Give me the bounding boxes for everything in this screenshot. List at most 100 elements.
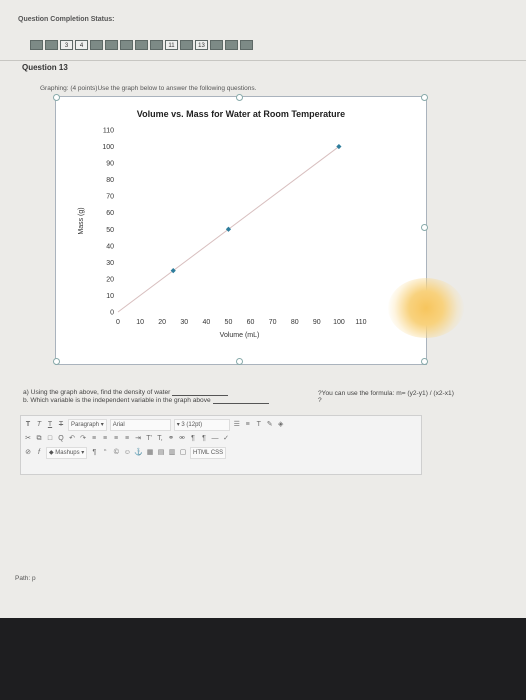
question-status-box[interactable] <box>210 40 223 50</box>
y-axis-label: Mass (g) <box>78 207 85 234</box>
y-tick-label: 80 <box>106 177 114 184</box>
question-status-box[interactable]: 3 <box>60 40 73 50</box>
resize-handle[interactable] <box>236 94 243 101</box>
light-glare <box>388 278 464 338</box>
x-tick-label: 20 <box>158 319 166 326</box>
bullet-list-icon[interactable]: ☰ <box>233 420 241 430</box>
clear-format-icon[interactable]: ◈ <box>277 420 285 430</box>
copy-icon[interactable]: ⧉ <box>35 434 43 444</box>
graph-image[interactable]: Volume vs. Mass for Water at Room Temper… <box>55 96 427 365</box>
font-family-select[interactable]: Arial <box>109 419 171 431</box>
question-status-box[interactable] <box>135 40 148 50</box>
underline-icon[interactable]: T <box>46 420 54 430</box>
question-status-box[interactable]: 11 <box>165 40 178 50</box>
question-status-box[interactable]: 4 <box>75 40 88 50</box>
question-status-box[interactable] <box>45 40 58 50</box>
mashups-select[interactable]: ◆ Mashups ▾ <box>46 447 88 459</box>
align-center-icon[interactable]: ≡ <box>101 434 109 444</box>
quote-icon[interactable]: “ <box>101 448 109 458</box>
x-tick-label: 0 <box>116 319 120 326</box>
y-tick-label: 90 <box>106 161 114 168</box>
copyright-icon[interactable]: © <box>112 448 120 458</box>
font-size-select[interactable]: ▾ 3 (12pt) <box>173 419 230 431</box>
y-tick-label: 30 <box>106 260 114 267</box>
paste-icon[interactable]: □ <box>46 434 54 444</box>
ltr-icon[interactable]: ¶ <box>189 434 197 444</box>
numbered-list-icon[interactable]: ≡ <box>244 420 252 430</box>
x-tick-label: 60 <box>247 319 255 326</box>
format-select[interactable]: Paragraph ▾ <box>68 419 107 431</box>
resize-handle[interactable] <box>421 224 428 231</box>
question-navigation: 3 4 11 13 <box>30 40 253 50</box>
x-tick-label: 50 <box>225 319 233 326</box>
question-status-box[interactable]: 13 <box>195 40 208 50</box>
question-instruction: Graphing: (4 points)Use the graph below … <box>40 85 257 92</box>
text-color-icon[interactable]: T <box>255 420 263 430</box>
x-tick-label: 40 <box>202 319 210 326</box>
rich-text-editor[interactable]: T T T T Paragraph ▾ Arial ▾ 3 (12pt) ☰ ≡… <box>20 415 422 475</box>
y-tick-label: 0 <box>110 310 114 317</box>
superscript-icon[interactable]: T' <box>145 434 153 444</box>
italic-icon[interactable]: T <box>35 420 43 430</box>
question-status-box[interactable] <box>105 40 118 50</box>
resize-handle[interactable] <box>53 94 60 101</box>
x-tick-label: 110 <box>355 319 366 326</box>
question-status-box[interactable] <box>120 40 133 50</box>
align-justify-icon[interactable]: ≡ <box>123 434 131 444</box>
bold-icon[interactable]: T <box>24 420 32 430</box>
toolbar-row-2: ✂ ⧉ □ Q ↶ ↷ ≡ ≡ ≡ ≡ ⇥ T' T, ⚭ ⚮ ¶ ¶ — ✓ <box>24 433 230 445</box>
x-tick-label: 90 <box>313 319 321 326</box>
emoji-icon[interactable]: ☺ <box>123 448 131 458</box>
subscript-icon[interactable]: T, <box>156 434 164 444</box>
question-status-box[interactable] <box>90 40 103 50</box>
y-tick-label: 50 <box>106 227 114 234</box>
function-icon[interactable]: f <box>35 448 43 458</box>
assessment-page: Question Completion Status: 3 4 11 13 Quest… <box>0 0 526 618</box>
redo-icon[interactable]: ↷ <box>79 434 87 444</box>
question-status-box[interactable] <box>30 40 43 50</box>
screen-bezel <box>0 618 526 700</box>
paragraph-icon[interactable]: ¶ <box>90 448 98 458</box>
question-b: b. Which variable is the independent var… <box>23 397 269 404</box>
undo-icon[interactable]: ↶ <box>68 434 76 444</box>
resize-handle[interactable] <box>421 358 428 365</box>
html-css-button[interactable]: HTML CSS <box>190 447 227 459</box>
align-right-icon[interactable]: ≡ <box>112 434 120 444</box>
chart-title: Volume vs. Mass for Water at Room Temper… <box>137 109 345 119</box>
question-status-box[interactable] <box>225 40 238 50</box>
question-title: Question 13 <box>22 63 68 72</box>
indent-icon[interactable]: ⇥ <box>134 434 142 444</box>
align-left-icon[interactable]: ≡ <box>90 434 98 444</box>
y-tick-label: 70 <box>106 194 114 201</box>
question-status-box[interactable] <box>240 40 253 50</box>
divider <box>0 60 526 61</box>
rtl-icon[interactable]: ¶ <box>200 434 208 444</box>
answer-blank[interactable] <box>172 389 229 396</box>
spellcheck-icon[interactable]: ✓ <box>222 434 230 444</box>
fullscreen-icon[interactable]: ▢ <box>179 448 187 458</box>
unlink-icon[interactable]: ⚮ <box>178 434 186 444</box>
toolbar-row-1: T T T T Paragraph ▾ Arial ▾ 3 (12pt) ☰ ≡… <box>24 419 285 431</box>
insert-equation-icon[interactable]: ⊘ <box>24 448 32 458</box>
question-status-box[interactable] <box>150 40 163 50</box>
answer-blank[interactable] <box>212 397 269 404</box>
cut-icon[interactable]: ✂ <box>24 434 32 444</box>
resize-handle[interactable] <box>236 358 243 365</box>
table-row-icon[interactable]: ▤ <box>157 448 165 458</box>
hr-icon[interactable]: — <box>211 434 219 444</box>
link-icon[interactable]: ⚭ <box>167 434 175 444</box>
formula-hint-text: ?You can use the formula: m= (y2-y1) / (… <box>318 390 454 397</box>
question-status-box[interactable] <box>180 40 193 50</box>
formula-hint: ?You can use the formula: m= (y2-y1) / (… <box>318 390 454 404</box>
strikethrough-icon[interactable]: T <box>57 420 65 430</box>
y-tick-label: 20 <box>106 276 114 283</box>
table-col-icon[interactable]: ▥ <box>168 448 176 458</box>
x-axis-label: Volume (mL) <box>220 332 260 339</box>
find-icon[interactable]: Q <box>57 434 65 444</box>
x-tick-label: 10 <box>136 319 144 326</box>
anchor-icon[interactable]: ⚓ <box>134 448 143 458</box>
highlight-icon[interactable]: ✎ <box>266 420 274 430</box>
resize-handle[interactable] <box>421 94 428 101</box>
resize-handle[interactable] <box>53 358 60 365</box>
table-icon[interactable]: ▦ <box>146 448 154 458</box>
